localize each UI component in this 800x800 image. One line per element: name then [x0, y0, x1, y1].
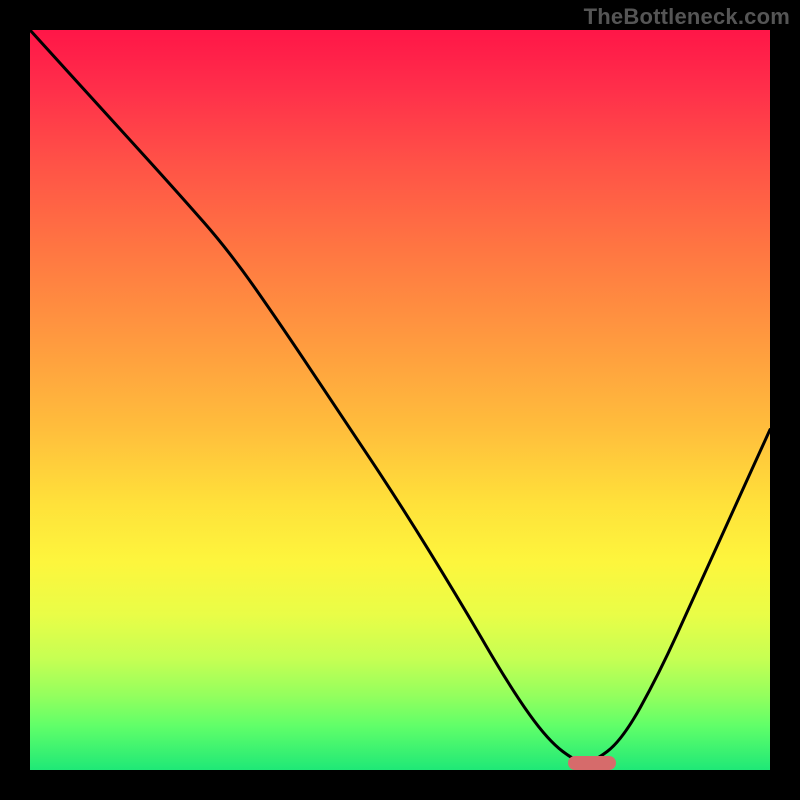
optimal-marker [568, 756, 616, 770]
curve-path [30, 30, 770, 763]
plot-area [30, 30, 770, 770]
chart-container: TheBottleneck.com [0, 0, 800, 800]
bottleneck-curve [30, 30, 770, 770]
watermark-text: TheBottleneck.com [584, 4, 790, 30]
